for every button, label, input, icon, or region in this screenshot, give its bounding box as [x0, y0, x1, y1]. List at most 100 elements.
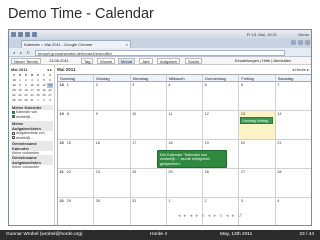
day-cell[interactable]: 20: [239, 140, 276, 169]
day-number: 28: [277, 170, 282, 174]
slide-navigation[interactable]: ◂ ▸ ◂ ▸ ≡ ◂ ▸ ≡ ◂ ▸ ↺: [178, 213, 243, 219]
panel-header[interactable]: Gemeinsame Kalender: [11, 141, 53, 151]
save-notification[interactable]: Der Kalender "Kalender von wrobel@..." w…: [157, 150, 227, 168]
day-number: 25: [168, 170, 173, 174]
tab-bar: Kalender :: Mai 2011 - Google Chrome ×: [9, 39, 311, 48]
day-cell[interactable]: 28: [275, 169, 311, 198]
week-number[interactable]: 20: [60, 141, 64, 145]
slide-footer: Gunnar Wrobel (wrobel@horde.org) Horde 4…: [0, 230, 320, 240]
day-number: 21: [277, 141, 282, 145]
day-cell[interactable]: 7: [275, 82, 311, 111]
day-number: 18: [168, 141, 173, 145]
day-cell[interactable]: 5: [203, 82, 240, 111]
app-icon[interactable]: [18, 32, 23, 37]
day-cell[interactable]: 31: [130, 198, 167, 225]
app-icon[interactable]: [32, 32, 37, 37]
day-number: 23: [95, 170, 101, 174]
search-button[interactable]: Suche: [185, 58, 203, 64]
app-launcher-icons[interactable]: [11, 32, 37, 37]
slide-title: Demo Time - Calendar: [8, 6, 154, 22]
os-clock[interactable]: Fr 13. Mai, 19:21: [247, 32, 277, 37]
day-cell[interactable]: 30: [94, 198, 131, 225]
mini-calendar-nav[interactable]: ◂ ▸: [47, 67, 52, 72]
day-number: 4: [277, 199, 280, 203]
checkbox[interactable]: [12, 131, 15, 135]
app-icon[interactable]: [25, 32, 30, 37]
checkbox[interactable]: [12, 136, 15, 140]
day-cell[interactable]: 2: [203, 198, 240, 225]
day-cell[interactable]: 26: [203, 169, 240, 198]
day-number: 13: [240, 112, 246, 116]
panel-header[interactable]: Gemeinsame Aufgabenlisten: [11, 155, 53, 165]
day-cell[interactable]: 13 Linuxtag Vortrag: [239, 111, 276, 140]
day-number: 2: [204, 199, 207, 203]
calendar-label: wrobel@...: [16, 114, 34, 119]
day-cell[interactable]: 6: [239, 82, 276, 111]
calendar-event[interactable]: Linuxtag Vortrag: [240, 117, 273, 124]
mini-day[interactable]: 3: [47, 98, 53, 103]
checkbox[interactable]: [12, 115, 15, 119]
day-cell[interactable]: 22 29: [58, 198, 95, 225]
app-icon[interactable]: [11, 32, 16, 37]
day-number: 1: [66, 83, 69, 87]
back-icon[interactable]: ◂: [11, 50, 17, 55]
day-number: 27: [240, 170, 246, 174]
day-cell[interactable]: 21: [275, 140, 311, 169]
day-cell[interactable]: 14: [275, 111, 311, 140]
header-links[interactable]: Einstellungen | Hilfe | Abmelden: [235, 58, 291, 64]
day-cell[interactable]: 19 8: [58, 111, 95, 140]
maximize-icon[interactable]: [298, 40, 303, 45]
week-number[interactable]: 22: [60, 199, 64, 203]
month-nav[interactable]: ◂ Heute ▸: [292, 67, 309, 72]
day-cell[interactable]: 20 15: [58, 140, 95, 169]
day-cell[interactable]: 10: [130, 111, 167, 140]
day-cell[interactable]: 2: [94, 82, 131, 111]
day-cell[interactable]: 25: [166, 169, 204, 198]
view-tasks-tab[interactable]: Aufgaben: [157, 58, 181, 64]
view-year-tab[interactable]: Jahr: [139, 58, 153, 64]
day-cell[interactable]: 1: [166, 198, 204, 225]
calendar-item[interactable]: wrobel@...: [11, 115, 53, 120]
reload-icon[interactable]: ↻: [25, 50, 31, 55]
new-event-button[interactable]: Neuer Termin: [11, 58, 41, 64]
day-cell[interactable]: 16: [94, 140, 131, 169]
day-cell[interactable]: 12: [203, 111, 240, 140]
checkbox[interactable]: [12, 110, 15, 114]
close-window-icon[interactable]: [305, 40, 310, 45]
day-number: 3: [132, 83, 135, 87]
day-cell[interactable]: 23: [94, 169, 131, 198]
shared-calendars-panel: Gemeinsame Kalender Keine vorhanden: [11, 141, 53, 156]
day-number: 4: [168, 83, 171, 87]
day-number: 22: [66, 170, 71, 174]
view-day-tab[interactable]: Tag: [81, 58, 94, 64]
view-month-tab[interactable]: Monat: [118, 58, 136, 64]
day-cell[interactable]: 4: [275, 198, 311, 225]
tasklist-item[interactable]: wrobel@...: [11, 136, 53, 141]
day-cell[interactable]: 3: [239, 198, 276, 225]
day-cell[interactable]: 9: [94, 111, 131, 140]
minimize-icon[interactable]: [291, 40, 296, 45]
current-date[interactable]: 13.05.2011: [49, 58, 69, 64]
tab-title: Kalender :: Mai 2011 - Google Chrome: [24, 42, 93, 47]
week-number[interactable]: 18: [60, 83, 64, 87]
day-number: 15: [66, 141, 71, 145]
browser-tab[interactable]: Kalender :: Mai 2011 - Google Chrome ×: [21, 40, 131, 48]
day-cell[interactable]: 4: [166, 82, 204, 111]
forward-icon[interactable]: ▸: [18, 50, 24, 55]
address-bar-row: ◂ ▸ ↻ tempel.gunnarwrobel.de/horde4/kron…: [9, 48, 311, 57]
week-number[interactable]: 19: [60, 112, 64, 116]
day-cell[interactable]: 27: [239, 169, 276, 198]
day-cell[interactable]: 21 22: [58, 169, 95, 198]
tab-close-icon[interactable]: ×: [126, 42, 128, 47]
calendar-toolbar: Neuer Termin 13.05.2011 Tag Woche Monat …: [9, 57, 311, 65]
week-number[interactable]: 21: [60, 170, 64, 174]
view-week-tab[interactable]: Woche: [97, 58, 116, 64]
day-cell[interactable]: 3: [130, 82, 167, 111]
day-cell[interactable]: 18 1: [58, 82, 95, 111]
panel-header[interactable]: Meine Aufgabenlisten: [11, 121, 53, 131]
day-header: Dienstag: [130, 75, 167, 82]
day-cell[interactable]: 11: [166, 111, 204, 140]
os-user[interactable]: Demo: [298, 32, 309, 37]
day-cell[interactable]: 24: [130, 169, 167, 198]
url-input[interactable]: tempel.gunnarwrobel.de/horde4/kronolith/: [35, 49, 285, 56]
